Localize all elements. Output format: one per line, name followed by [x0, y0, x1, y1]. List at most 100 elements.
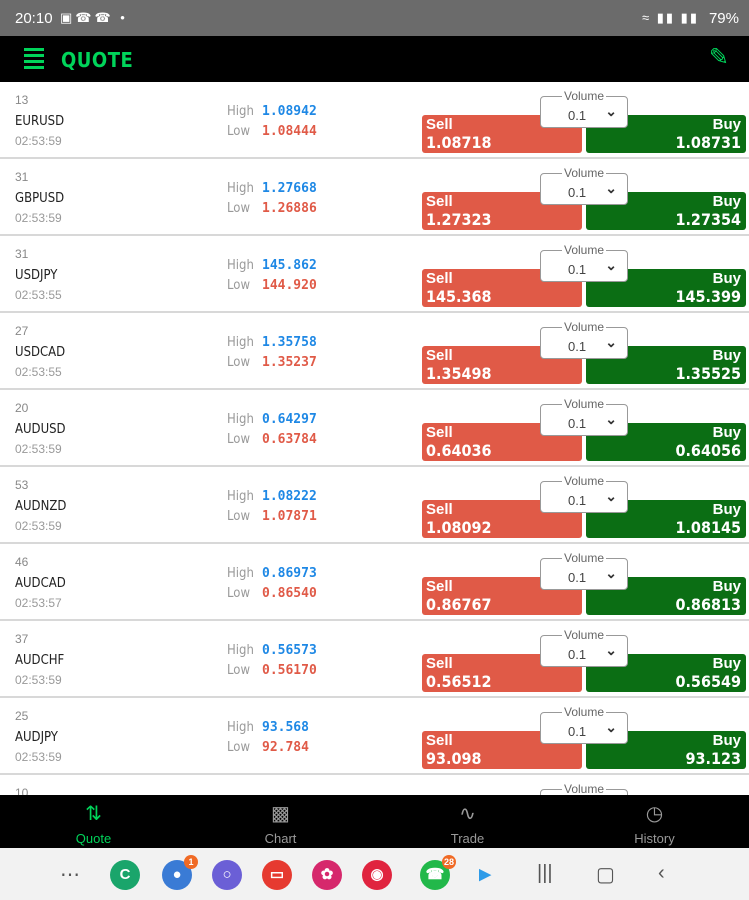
notes-app-icon[interactable]: ▭ — [262, 860, 292, 890]
quote-row[interactable]: 10HighLowSellBuyVolume⌄ — [0, 775, 749, 795]
volume-select[interactable]: Volume 0.1 ⌄ — [540, 474, 628, 513]
volume-label-wrap: Volume — [541, 397, 627, 411]
sell-price: 1.27323 — [426, 210, 492, 229]
low-label: Low — [227, 355, 251, 370]
volume-label: Volume — [561, 320, 607, 334]
high-label: High — [227, 643, 254, 658]
quote-time: 02:53:57 — [15, 596, 62, 610]
browser-app-icon[interactable]: ○ — [212, 860, 242, 890]
quote-row[interactable]: 46 AUDCAD 02:53:57 High 0.86973 Low 0.86540 Sel… — [0, 544, 749, 621]
app-drawer-icon[interactable]: ⋯ — [60, 862, 80, 887]
buy-price: 0.56549 — [675, 672, 741, 691]
volume-label: Volume — [561, 705, 607, 719]
low-value: 1.07871 — [262, 509, 317, 524]
volume-label-wrap: Volume — [541, 89, 627, 103]
low-label: Low — [227, 124, 251, 139]
spread-value: 13 — [15, 93, 29, 107]
buy-price: 145.399 — [675, 287, 741, 306]
low-label: Low — [227, 509, 251, 524]
back-icon[interactable]: ‹ — [658, 862, 665, 885]
high-value: 93.568 — [262, 720, 309, 735]
volume-label-wrap: Volume — [541, 782, 627, 795]
quote-row[interactable]: 13 EURUSD 02:53:59 High 1.08942 Low 1.08444 Sel… — [0, 82, 749, 159]
app-bar: QUOTE ✎ — [0, 36, 749, 82]
quote-row[interactable]: 31 USDJPY 02:53:55 High 145.862 Low 144.920 Sel… — [0, 236, 749, 313]
high-label: High — [227, 104, 254, 119]
quote-row[interactable]: 53 AUDNZD 02:53:59 High 1.08222 Low 1.07871 Sel… — [0, 467, 749, 544]
spread-value: 27 — [15, 324, 29, 338]
home-icon[interactable]: ▢ — [596, 862, 615, 887]
quote-row[interactable]: 31 GBPUSD 02:53:59 High 1.27668 Low 1.26886 Sel… — [0, 159, 749, 236]
chevron-down-icon: ⌄ — [605, 411, 617, 427]
quote-row[interactable]: 20 AUDUSD 02:53:59 High 0.64297 Low 0.63784 Sel… — [0, 390, 749, 467]
volume-select[interactable]: Volume⌄ — [540, 782, 628, 795]
tab-quote[interactable]: ⇅ Quote — [0, 795, 187, 848]
volume-value: 0.1 — [568, 570, 587, 585]
history-clock-icon: ◷ — [645, 803, 664, 825]
recents-icon[interactable]: ||| — [537, 862, 553, 885]
notification-icons: ▣☎☎ • — [60, 10, 128, 25]
quote-time: 02:53:59 — [15, 519, 62, 533]
trade-line-icon: ∿ — [459, 803, 476, 825]
camera-app-icon[interactable]: ◉ — [362, 860, 392, 890]
symbol-name: AUDCAD — [15, 576, 66, 591]
buy-price: 0.86813 — [675, 595, 741, 614]
buy-label: Buy — [712, 424, 741, 441]
high-value: 0.64297 — [262, 412, 317, 427]
quote-row[interactable]: 37 AUDCHF 02:53:59 High 0.56573 Low 0.56170 Sel… — [0, 621, 749, 698]
volume-select[interactable]: Volume 0.1 ⌄ — [540, 705, 628, 744]
buy-price: 1.08731 — [675, 133, 741, 152]
volume-value: 0.1 — [568, 185, 587, 200]
volume-select[interactable]: Volume 0.1 ⌄ — [540, 551, 628, 590]
tab-trade[interactable]: ∿ Trade — [374, 795, 561, 848]
chevron-down-icon: ⌄ — [605, 565, 617, 581]
tab-label: Quote — [75, 831, 112, 846]
symbol-name: USDJPY — [15, 268, 58, 283]
android-nav-bar: ⋯ C ● 1 ○ ▭ ✿ ◉ ☎ 28 ▶ ||| ▢ ‹ — [0, 848, 749, 900]
volume-label: Volume — [561, 243, 607, 257]
buy-price: 93.123 — [685, 749, 741, 768]
play-store-icon[interactable]: ▶ — [470, 860, 500, 890]
buy-label: Buy — [712, 578, 741, 595]
volume-select[interactable]: Volume 0.1 ⌄ — [540, 243, 628, 282]
chevron-down-icon: ⌄ — [605, 180, 617, 196]
volume-select[interactable]: Volume 0.1 ⌄ — [540, 397, 628, 436]
sell-label: Sell — [426, 501, 453, 518]
sell-label: Sell — [426, 347, 453, 364]
menu-icon[interactable] — [24, 48, 44, 70]
volume-label-wrap: Volume — [541, 243, 627, 257]
quote-list[interactable]: 13 EURUSD 02:53:59 High 1.08942 Low 1.08444 Sel… — [0, 82, 749, 795]
sell-label: Sell — [426, 424, 453, 441]
phone-app-icon[interactable]: C — [110, 860, 140, 890]
whatsapp-badge: 28 — [442, 855, 456, 869]
low-value: 0.56170 — [262, 663, 317, 678]
high-label: High — [227, 720, 254, 735]
volume-select[interactable]: Volume 0.1 ⌄ — [540, 320, 628, 359]
quote-row[interactable]: 25 AUDJPY 02:53:59 High 93.568 Low 92.784 Sell 9… — [0, 698, 749, 775]
symbol-name: AUDUSD — [15, 422, 66, 437]
volume-select[interactable]: Volume 0.1 ⌄ — [540, 89, 628, 128]
high-value: 1.35758 — [262, 335, 317, 350]
messages-badge: 1 — [184, 855, 198, 869]
quote-time: 02:53:59 — [15, 211, 62, 225]
chart-icon: ▩ — [271, 803, 290, 825]
sell-label: Sell — [426, 193, 453, 210]
battery-level: 79% — [708, 10, 739, 27]
edit-pencil-icon[interactable]: ✎ — [709, 43, 729, 72]
tab-history[interactable]: ◷ History — [561, 795, 748, 848]
volume-select[interactable]: Volume 0.1 ⌄ — [540, 628, 628, 667]
tab-label: Trade — [450, 831, 485, 846]
signal-icons: ≈ ▮▮ ▮▮ — [642, 10, 699, 25]
buy-price: 1.08145 — [675, 518, 741, 537]
symbol-name: EURUSD — [15, 114, 65, 129]
volume-value: 0.1 — [568, 416, 587, 431]
whatsapp-app-icon[interactable]: ☎ 28 — [420, 855, 456, 890]
high-label: High — [227, 489, 254, 504]
messages-app-icon[interactable]: ● 1 — [162, 855, 198, 890]
tab-chart[interactable]: ▩ Chart — [187, 795, 374, 848]
volume-select[interactable]: Volume 0.1 ⌄ — [540, 166, 628, 205]
volume-value: 0.1 — [568, 724, 587, 739]
volume-label: Volume — [561, 782, 607, 795]
flower-app-icon[interactable]: ✿ — [312, 860, 342, 890]
quote-row[interactable]: 27 USDCAD 02:53:55 High 1.35758 Low 1.35237 Sel… — [0, 313, 749, 390]
